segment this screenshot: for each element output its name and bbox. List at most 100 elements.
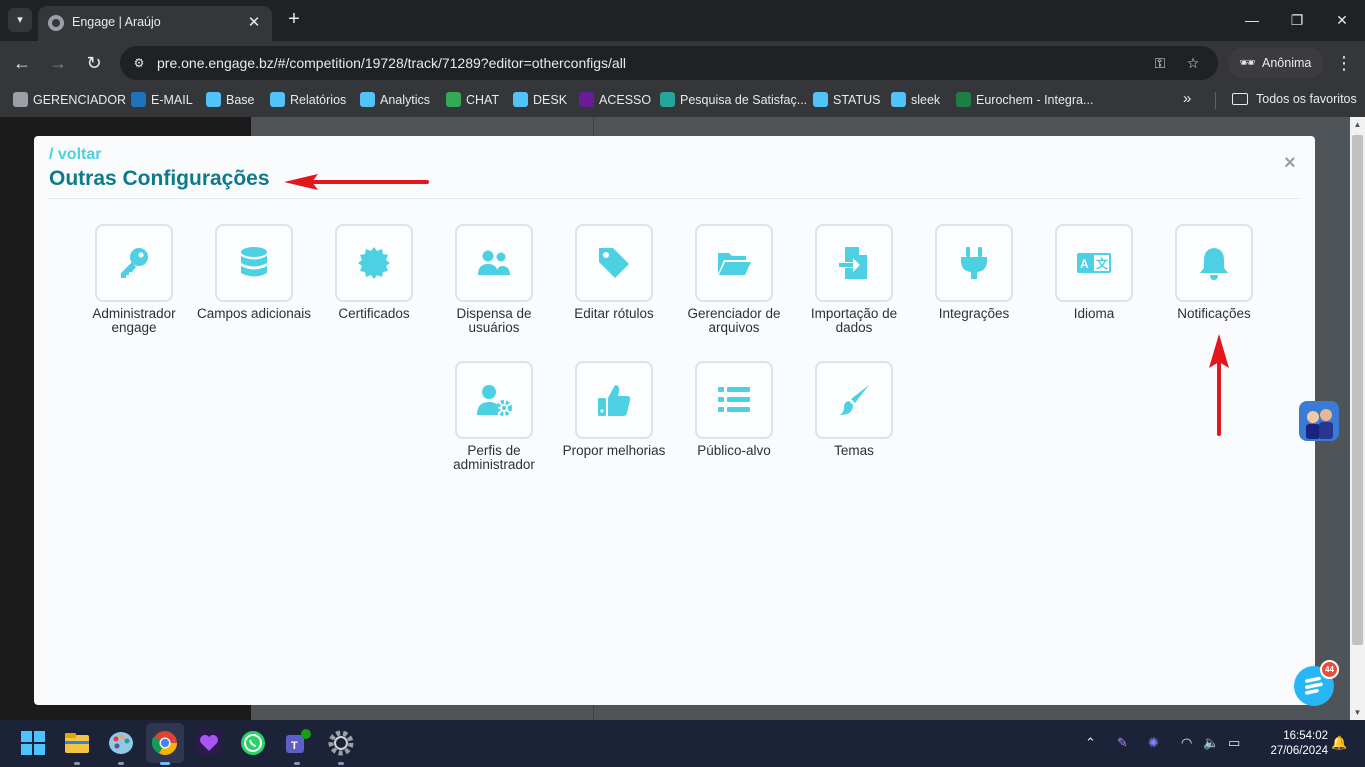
teams-icon[interactable]: T bbox=[283, 729, 311, 757]
config-tile-label[interactable]: Administrador engage bbox=[74, 307, 194, 335]
restore-icon[interactable]: ❐ bbox=[1285, 8, 1309, 32]
url-text[interactable]: pre.one.engage.bz/#/competition/19728/tr… bbox=[157, 55, 626, 71]
config-tile[interactable]: Importação de dados bbox=[794, 224, 914, 364]
config-tile-label[interactable]: Dispensa de usuários bbox=[434, 307, 554, 335]
config-tile-label[interactable]: Gerenciador de arquivos bbox=[674, 307, 794, 335]
tab-close-icon[interactable]: ✕ bbox=[244, 13, 264, 33]
notification-bell-icon[interactable]: 🔔 bbox=[1331, 735, 1347, 751]
config-tile-button[interactable] bbox=[695, 361, 773, 439]
config-tile-button[interactable] bbox=[575, 361, 653, 439]
config-tile-button[interactable] bbox=[455, 224, 533, 302]
chrome-icon[interactable] bbox=[151, 729, 179, 757]
new-tab-button[interactable]: + bbox=[282, 8, 306, 32]
feather-tray-icon[interactable]: ✎ bbox=[1117, 735, 1128, 751]
bookmark-item[interactable]: E-MAIL bbox=[131, 92, 193, 110]
bookmark-item[interactable]: Base bbox=[206, 92, 255, 110]
config-tile-label[interactable]: Notificações bbox=[1154, 307, 1274, 321]
config-tile[interactable]: Temas bbox=[794, 361, 914, 501]
minimize-icon[interactable]: — bbox=[1240, 8, 1264, 32]
bookmark-star-icon[interactable]: ☆ bbox=[1184, 54, 1202, 72]
all-bookmarks-folder[interactable]: Todos os favoritos bbox=[1232, 92, 1357, 106]
config-tile-label[interactable]: Certificados bbox=[314, 307, 434, 321]
windows-start-icon[interactable] bbox=[19, 729, 47, 757]
bookmark-item[interactable]: Analytics bbox=[360, 92, 430, 110]
bookmark-item[interactable]: Relatórios bbox=[270, 92, 346, 110]
volume-icon[interactable]: 🔈 bbox=[1203, 735, 1219, 751]
bookmark-favicon-icon bbox=[660, 92, 675, 107]
config-tile[interactable]: Dispensa de usuários bbox=[434, 224, 554, 364]
config-tile-label[interactable]: Importação de dados bbox=[794, 307, 914, 335]
config-tile[interactable]: Campos adicionais bbox=[194, 224, 314, 364]
forward-icon[interactable]: → bbox=[45, 50, 71, 76]
config-tile[interactable]: Editar rótulos bbox=[554, 224, 674, 364]
avatar-widget[interactable] bbox=[1299, 401, 1339, 441]
bookmark-item[interactable]: STATUS bbox=[813, 92, 880, 110]
modal-close-icon[interactable]: × bbox=[1284, 152, 1296, 175]
gear-tray-icon[interactable]: ✺ bbox=[1148, 735, 1159, 751]
config-tile-label[interactable]: Campos adicionais bbox=[194, 307, 314, 321]
bookmark-item[interactable]: DESK bbox=[513, 92, 567, 110]
config-tile[interactable]: A 文 Idioma bbox=[1034, 224, 1154, 364]
password-key-icon[interactable]: ⚿ bbox=[1151, 54, 1169, 72]
battery-icon[interactable]: ▭ bbox=[1228, 735, 1240, 751]
config-tile-label[interactable]: Idioma bbox=[1034, 307, 1154, 321]
config-tile-button[interactable] bbox=[335, 224, 413, 302]
config-tile-button[interactable] bbox=[815, 224, 893, 302]
bookmark-item[interactable]: ACESSO bbox=[579, 92, 651, 110]
config-tile-button[interactable] bbox=[1175, 224, 1253, 302]
scroll-down-icon[interactable]: ▼ bbox=[1350, 705, 1365, 720]
whatsapp-icon[interactable] bbox=[239, 729, 267, 757]
browser-menu-icon[interactable]: ⋮ bbox=[1332, 50, 1356, 76]
bookmark-item[interactable]: Eurochem - Integra... bbox=[956, 92, 1093, 110]
paint-app-icon[interactable] bbox=[107, 729, 135, 757]
config-tile-button[interactable] bbox=[695, 224, 773, 302]
browser-tab-active[interactable]: Engage | Araújo ✕ bbox=[38, 6, 272, 41]
config-tile-label[interactable]: Editar rótulos bbox=[554, 307, 674, 321]
settings-gear-icon[interactable] bbox=[327, 729, 355, 757]
bookmark-item[interactable]: GERENCIADOR bbox=[13, 92, 126, 110]
bookmark-favicon-icon bbox=[360, 92, 375, 107]
config-tile-button[interactable] bbox=[575, 224, 653, 302]
config-tile-label[interactable]: Perfis de administrador bbox=[434, 444, 554, 472]
purple-heart-app-icon[interactable] bbox=[195, 729, 223, 757]
config-tile[interactable]: Administrador engage bbox=[74, 224, 194, 364]
config-tile[interactable]: Gerenciador de arquivos bbox=[674, 224, 794, 364]
system-clock[interactable]: 16:54:02 27/06/2024 bbox=[1258, 729, 1328, 759]
config-tile-button[interactable] bbox=[455, 361, 533, 439]
config-tile[interactable]: Perfis de administrador bbox=[434, 361, 554, 501]
config-tile-button[interactable]: A文 bbox=[1055, 224, 1133, 302]
site-info-icon[interactable]: ⚙ bbox=[130, 54, 148, 72]
config-tile[interactable]: Propor melhorias bbox=[554, 361, 674, 501]
file-explorer-icon[interactable] bbox=[63, 729, 91, 757]
tab-search-button[interactable]: ▾ bbox=[8, 8, 32, 32]
config-tile-button[interactable] bbox=[935, 224, 1013, 302]
config-tile-button[interactable] bbox=[215, 224, 293, 302]
address-bar[interactable]: ⚙ pre.one.engage.bz/#/competition/19728/… bbox=[120, 46, 1218, 80]
bookmark-favicon-icon bbox=[513, 92, 528, 107]
config-tile-label[interactable]: Temas bbox=[794, 444, 914, 458]
config-tile[interactable]: Certificados bbox=[314, 224, 434, 364]
bookmark-item[interactable]: CHAT bbox=[446, 92, 499, 110]
chat-widget-button[interactable]: 44 bbox=[1294, 660, 1339, 706]
more-bookmarks-icon[interactable]: » bbox=[1183, 90, 1191, 107]
bookmark-item[interactable]: sleek bbox=[891, 92, 940, 110]
tray-overflow-icon[interactable]: ⌃ bbox=[1085, 735, 1096, 751]
reload-icon[interactable]: ↻ bbox=[81, 50, 107, 76]
back-link[interactable]: / voltar bbox=[49, 146, 101, 164]
config-tile-button[interactable] bbox=[95, 224, 173, 302]
page-scrollbar[interactable]: ▲ ▼ bbox=[1350, 117, 1365, 720]
config-tile-label[interactable]: Integrações bbox=[914, 307, 1034, 321]
scroll-thumb[interactable] bbox=[1352, 135, 1363, 645]
incognito-profile-button[interactable]: 🕶 Anônima bbox=[1228, 48, 1324, 78]
config-tile-label[interactable]: Público-alvo bbox=[674, 444, 794, 458]
wifi-icon[interactable]: ◠ bbox=[1181, 735, 1192, 751]
config-tile[interactable]: Integrações bbox=[914, 224, 1034, 364]
config-tile[interactable]: Notificações bbox=[1154, 224, 1274, 364]
bookmark-item[interactable]: Pesquisa de Satisfaç... bbox=[660, 92, 807, 110]
config-tile-label[interactable]: Propor melhorias bbox=[554, 444, 674, 458]
config-tile-button[interactable] bbox=[815, 361, 893, 439]
window-close-icon[interactable]: ✕ bbox=[1330, 8, 1354, 32]
scroll-up-icon[interactable]: ▲ bbox=[1350, 117, 1365, 132]
back-icon[interactable]: ← bbox=[9, 50, 35, 76]
config-tile[interactable]: Público-alvo bbox=[674, 361, 794, 501]
